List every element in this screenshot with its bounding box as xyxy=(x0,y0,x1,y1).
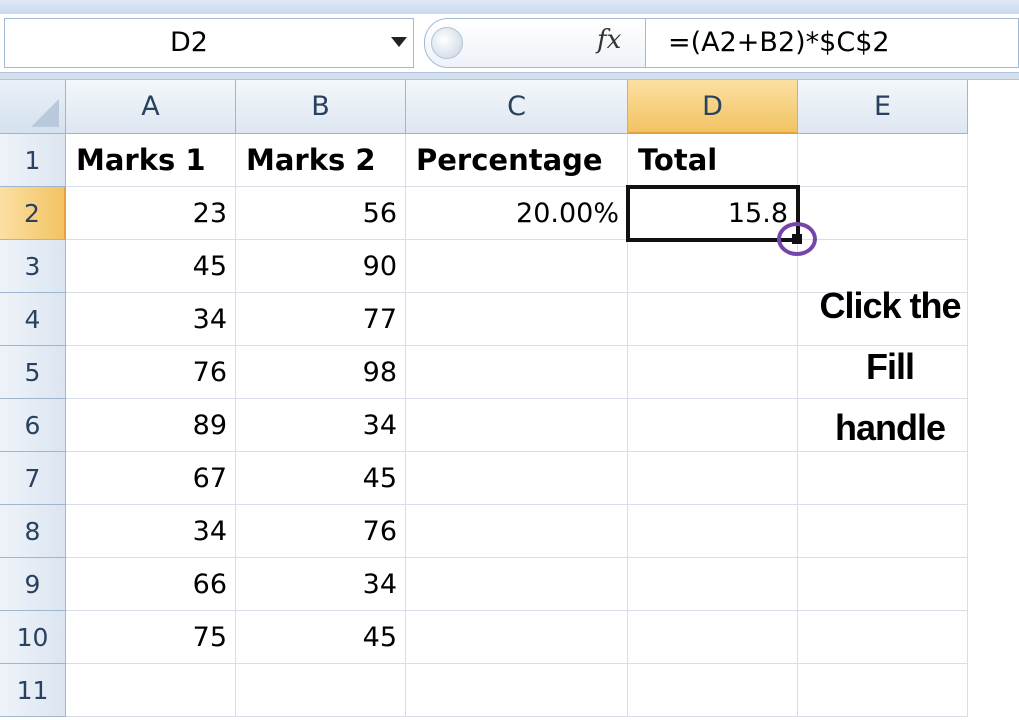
cell-b6[interactable]: 34 xyxy=(236,399,406,452)
cell-b8[interactable]: 76 xyxy=(236,505,406,558)
callout-line-1: Click the xyxy=(819,285,961,326)
column-header-a[interactable]: A xyxy=(66,80,236,134)
row-header-11[interactable]: 11 xyxy=(0,664,66,717)
formula-bar-divider xyxy=(0,72,1019,80)
resize-handle-icon[interactable] xyxy=(431,27,463,59)
cell-c6[interactable] xyxy=(406,399,628,452)
cell-e8[interactable] xyxy=(798,505,968,558)
fill-handle-highlight-circle xyxy=(777,222,817,256)
cell-a4[interactable]: 34 xyxy=(66,293,236,346)
cell-b9[interactable]: 34 xyxy=(236,558,406,611)
cell-d7[interactable] xyxy=(628,452,798,505)
cell-a11[interactable] xyxy=(66,664,236,717)
cell-d10[interactable] xyxy=(628,611,798,664)
ribbon-edge xyxy=(0,0,1019,15)
cell-a7[interactable]: 67 xyxy=(66,452,236,505)
cell-b3[interactable]: 90 xyxy=(236,240,406,293)
cell-a6[interactable]: 89 xyxy=(66,399,236,452)
row-header-8[interactable]: 8 xyxy=(0,505,66,558)
cell-b11[interactable] xyxy=(236,664,406,717)
row-header-1[interactable]: 1 xyxy=(0,134,66,187)
name-box[interactable]: D2 xyxy=(4,18,414,68)
cell-a10[interactable]: 75 xyxy=(66,611,236,664)
annotation-callout: Click the Fill handle xyxy=(800,275,980,458)
cell-e9[interactable] xyxy=(798,558,968,611)
cell-d11[interactable] xyxy=(628,664,798,717)
cell-b5[interactable]: 98 xyxy=(236,346,406,399)
column-header-b[interactable]: B xyxy=(236,80,406,134)
row-header-2[interactable]: 2 xyxy=(0,187,66,240)
cell-b1[interactable]: Marks 2 xyxy=(236,134,406,187)
select-all-button[interactable] xyxy=(0,80,66,134)
cell-a5[interactable]: 76 xyxy=(66,346,236,399)
cell-c7[interactable] xyxy=(406,452,628,505)
callout-line-3: handle xyxy=(834,407,946,448)
cell-e7[interactable] xyxy=(798,452,968,505)
cell-a1[interactable]: Marks 1 xyxy=(66,134,236,187)
cell-a9[interactable]: 66 xyxy=(66,558,236,611)
cell-e2[interactable] xyxy=(798,187,968,240)
cell-d4[interactable] xyxy=(628,293,798,346)
column-header-c[interactable]: C xyxy=(406,80,628,134)
cell-c3[interactable] xyxy=(406,240,628,293)
cell-a3[interactable]: 45 xyxy=(66,240,236,293)
cell-c11[interactable] xyxy=(406,664,628,717)
cell-e1[interactable] xyxy=(798,134,968,187)
formula-bar: D2 fx =(A2+B2)*$C$2 xyxy=(0,14,1019,78)
chevron-down-icon[interactable] xyxy=(391,37,407,47)
cell-d9[interactable] xyxy=(628,558,798,611)
column-header-d[interactable]: D xyxy=(628,80,798,134)
row-header-10[interactable]: 10 xyxy=(0,611,66,664)
cell-d3[interactable] xyxy=(628,240,798,293)
row-header-6[interactable]: 6 xyxy=(0,399,66,452)
insert-function-icon[interactable]: fx xyxy=(597,25,621,55)
cell-d5[interactable] xyxy=(628,346,798,399)
row-header-7[interactable]: 7 xyxy=(0,452,66,505)
cell-c2[interactable]: 20.00% xyxy=(406,187,628,240)
callout-line-2: Fill xyxy=(866,346,915,387)
cell-c4[interactable] xyxy=(406,293,628,346)
cell-a2[interactable]: 23 xyxy=(66,187,236,240)
cell-b2[interactable]: 56 xyxy=(236,187,406,240)
cell-d2[interactable]: 15.8 xyxy=(626,185,800,242)
cell-c5[interactable] xyxy=(406,346,628,399)
name-box-value: D2 xyxy=(170,27,208,58)
select-all-icon xyxy=(31,99,59,127)
cell-c8[interactable] xyxy=(406,505,628,558)
row-header-9[interactable]: 9 xyxy=(0,558,66,611)
column-header-e[interactable]: E xyxy=(798,80,968,134)
cell-c9[interactable] xyxy=(406,558,628,611)
cell-b10[interactable]: 45 xyxy=(236,611,406,664)
formula-text: =(A2+B2)*$C$2 xyxy=(668,27,890,58)
cell-d1[interactable]: Total xyxy=(628,134,798,187)
cell-c10[interactable] xyxy=(406,611,628,664)
formula-input[interactable]: =(A2+B2)*$C$2 xyxy=(646,18,1019,68)
fx-label: fx xyxy=(597,25,622,55)
cell-b4[interactable]: 77 xyxy=(236,293,406,346)
row-header-5[interactable]: 5 xyxy=(0,346,66,399)
cell-c1[interactable]: Percentage xyxy=(406,134,628,187)
row-header-4[interactable]: 4 xyxy=(0,293,66,346)
cell-e11[interactable] xyxy=(798,664,968,717)
cell-d6[interactable] xyxy=(628,399,798,452)
cell-e10[interactable] xyxy=(798,611,968,664)
cell-a8[interactable]: 34 xyxy=(66,505,236,558)
formula-tools: fx xyxy=(424,18,646,68)
cell-d8[interactable] xyxy=(628,505,798,558)
cell-b7[interactable]: 45 xyxy=(236,452,406,505)
row-header-3[interactable]: 3 xyxy=(0,240,66,293)
